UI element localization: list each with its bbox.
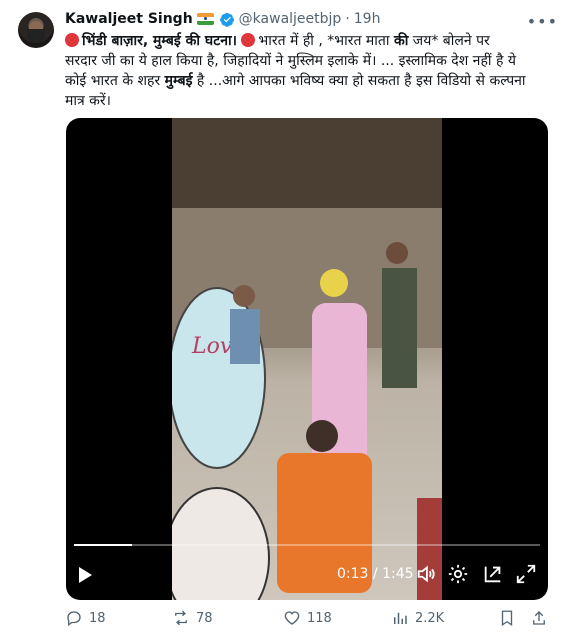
tweet-text-part: है ...आगे आपका भविष्य क्या हो सकता है इस… [192, 73, 526, 89]
bookmark-button[interactable] [498, 609, 516, 627]
more-options-icon[interactable]: ••• [527, 12, 558, 31]
repost-button[interactable]: 78 [172, 609, 213, 627]
video-frame-drawing: Love [172, 118, 442, 600]
tweet-card: Kawaljeet Singh @kawaljeetbjp · 19h ••• … [0, 0, 572, 636]
man-head [306, 420, 338, 452]
views-chart-icon [394, 612, 407, 624]
author-handle[interactable]: @kawaljeetbjp [239, 11, 342, 27]
verified-badge-icon [219, 12, 234, 27]
views-button[interactable]: 2.2K [391, 609, 444, 627]
tweet-text-part: भारत में ही , *भारत माता [258, 33, 394, 49]
bystander-head [233, 285, 255, 307]
like-count: 118 [307, 610, 332, 626]
reply-count: 18 [89, 610, 106, 626]
duration: 1:45 [382, 566, 414, 582]
tweet-line-1: भिंडी बाज़ार, मुम्बई की घटना। भारत में ह… [65, 31, 555, 51]
current-time: 0:13 [337, 566, 369, 582]
tweet-line-3: कोई भारत के शहर मुम्बई है ...आगे आपका भव… [65, 71, 555, 91]
video-frame: Love [172, 118, 442, 600]
video-timestamp: 0:13 / 1:45 [337, 566, 414, 582]
video-progress-bar[interactable] [74, 544, 540, 546]
turban [320, 269, 348, 297]
time-separator: / [368, 566, 383, 582]
share-icon [533, 611, 545, 625]
tweet-line-4: मात्र करें। [65, 93, 111, 109]
like-button[interactable]: 118 [283, 609, 332, 627]
repost-count: 78 [196, 610, 213, 626]
heart-icon [284, 611, 300, 625]
header-separator: · [345, 11, 350, 27]
tweet-bold-word: मुम्बई [164, 73, 193, 89]
volume-icon[interactable] [415, 563, 437, 585]
angry-face-emoji-icon [65, 33, 79, 47]
video-player[interactable]: Love 0:13 / 1:45 [66, 118, 548, 600]
tweet-text-part: जय* बोलने पर [408, 33, 490, 49]
background-stalls [172, 118, 442, 208]
tweet-header: Kawaljeet Singh @kawaljeetbjp · 19h [65, 9, 380, 29]
india-flag-icon [196, 13, 214, 25]
author-name[interactable]: Kawaljeet Singh [65, 11, 193, 27]
tweet-actions-bar: 18 78 118 2.2K [65, 609, 555, 629]
bookmark-icon [501, 610, 513, 627]
angry-face-emoji-icon [241, 33, 256, 47]
settings-gear-icon[interactable] [447, 563, 469, 585]
reply-button[interactable]: 18 [65, 609, 106, 627]
tweet-text-part: कोई भारत के शहर [65, 73, 165, 89]
fullscreen-icon[interactable] [515, 563, 537, 585]
avatar-beard [27, 29, 45, 43]
tweet-bold-word: की [393, 33, 409, 49]
bystander-body [382, 268, 417, 388]
post-time[interactable]: 19h [354, 11, 381, 27]
view-count: 2.2K [415, 610, 445, 626]
video-controls: 0:13 / 1:45 [66, 550, 548, 600]
repost-icon [175, 610, 187, 626]
picture-in-picture-icon[interactable] [482, 563, 504, 585]
video-progress-fill [74, 544, 132, 546]
bystander-head [386, 242, 408, 264]
share-button[interactable] [530, 609, 548, 627]
tweet-text: भिंडी बाज़ार, मुम्बई की घटना। भारत में ह… [65, 31, 555, 111]
author-avatar[interactable] [18, 12, 54, 48]
tweet-headline: भिंडी बाज़ार, मुम्बई की घटना। [82, 33, 237, 49]
play-icon[interactable] [79, 567, 92, 583]
reply-icon [67, 611, 81, 627]
bystander-body [230, 309, 260, 364]
tweet-line-2: सरदार जी का ये हाल किया है, जिहादियों ने… [65, 53, 516, 69]
